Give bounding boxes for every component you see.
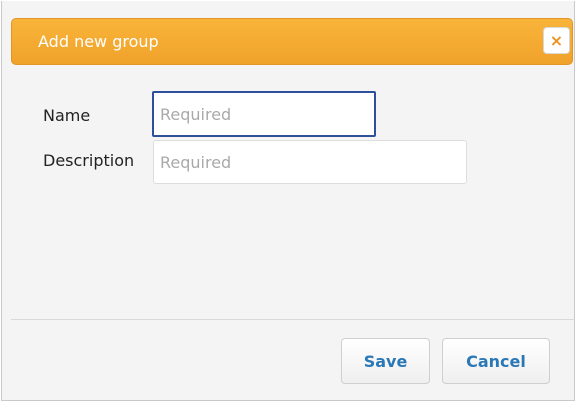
close-icon: × [549,31,564,50]
close-button[interactable]: × [543,27,570,54]
dialog-title: Add new group [38,32,159,51]
add-group-dialog: Add new group × Name Description Save Ca… [1,1,575,401]
page: Add new group × Name Description Save Ca… [0,0,575,401]
cancel-button[interactable]: Cancel [442,338,550,384]
footer-divider [11,319,575,320]
description-label: Description [43,151,135,170]
save-button[interactable]: Save [341,338,430,384]
description-input[interactable] [153,140,467,184]
name-label: Name [43,106,91,125]
dialog-titlebar: Add new group × [11,18,573,65]
name-input[interactable] [152,91,376,137]
